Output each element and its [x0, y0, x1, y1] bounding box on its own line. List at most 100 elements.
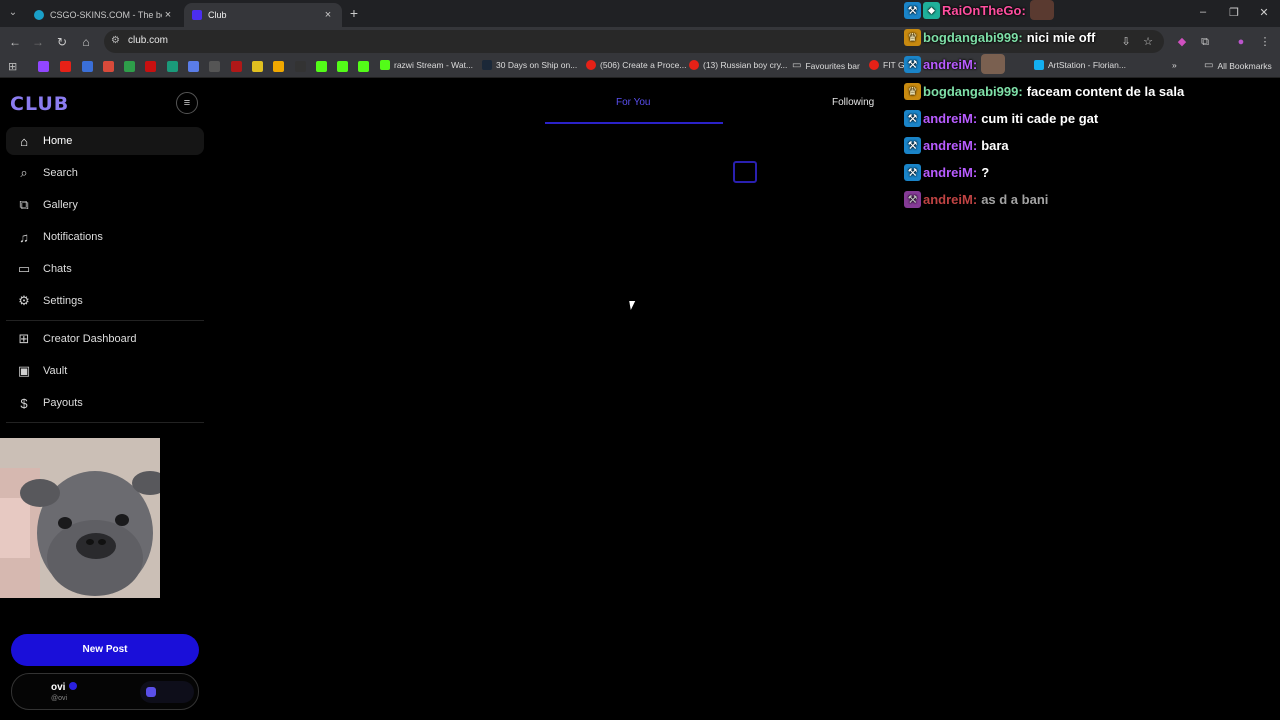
user-menu-icon — [146, 687, 156, 697]
nav-label: Payouts — [43, 397, 83, 409]
extensions-puzzle-icon[interactable]: ⧉ — [1198, 35, 1212, 49]
nav-label: Creator Dashboard — [43, 333, 137, 345]
close-tab-icon[interactable]: × — [322, 9, 334, 21]
bookmark-label: 30 Days on Ship on... — [496, 60, 578, 70]
nav-notifications[interactable]: ♫ Notifications — [6, 223, 204, 251]
twitch-bookmark-icon[interactable] — [38, 61, 49, 72]
nav-label: Search — [43, 167, 78, 179]
bookmark-icon[interactable] — [188, 61, 199, 72]
folder-icon: ▭ — [792, 60, 802, 71]
back-arrow-icon[interactable]: ← — [7, 34, 23, 50]
kick-bookmark-icon[interactable] — [358, 61, 369, 72]
chat-colon: : — [972, 56, 978, 72]
csgo-favicon-icon — [34, 10, 44, 20]
nav-label: Vault — [43, 365, 68, 377]
chat-text: faceam content de la sala — [1026, 83, 1185, 99]
profile-avatar-icon[interactable]: ● — [1234, 35, 1248, 49]
close-tab-icon[interactable]: × — [162, 9, 174, 21]
close-window-icon[interactable]: ✕ — [1257, 6, 1271, 19]
browser-menu-icon[interactable]: ⋮ — [1258, 35, 1272, 49]
tab-list-chevron-icon[interactable]: ⌄ — [6, 6, 20, 20]
chat-message: ⚒ andreiM : — [904, 54, 1006, 74]
nav-settings[interactable]: ⚙ Settings — [6, 287, 204, 315]
active-tab-underline — [545, 122, 723, 124]
minimize-icon[interactable]: – — [1196, 6, 1210, 18]
bookmark-favourites-folder[interactable]: ▭ Favourites bar — [792, 60, 860, 71]
crown-badge-icon: ♛ — [904, 28, 921, 46]
bookmark-label: razwi Stream - Wat... — [394, 60, 474, 70]
tab-following[interactable]: Following — [832, 97, 874, 108]
chat-text: as d a bani — [981, 191, 1049, 207]
vault-icon: ▣ — [17, 363, 31, 378]
gmail-bookmark-icon[interactable] — [103, 61, 114, 72]
nav-creator-dashboard[interactable]: ⊞ Creator Dashboard — [6, 325, 204, 353]
forward-arrow-icon[interactable]: → — [30, 34, 46, 50]
reload-icon[interactable]: ↻ — [54, 34, 70, 50]
nav-home[interactable]: ⌂ Home — [6, 127, 204, 155]
bookmark-label: (13) Russian boy cry... — [703, 60, 788, 70]
nav-vault[interactable]: ▣ Vault — [6, 357, 204, 385]
home-browser-icon[interactable]: ⌂ — [78, 34, 94, 50]
bookmark-icon[interactable] — [167, 61, 178, 72]
bookmark-30-days[interactable]: 30 Days on Ship on... — [482, 60, 577, 70]
user-menu-button[interactable] — [140, 681, 194, 703]
club-favicon-icon — [192, 10, 202, 20]
nav-gallery[interactable]: ⧉ Gallery — [6, 191, 204, 219]
bookmark-icon[interactable] — [252, 61, 263, 72]
chat-username: RaiOnTheGo — [942, 2, 1022, 18]
nav-search[interactable]: ⌕ Search — [6, 159, 204, 187]
maps-bookmark-icon[interactable] — [124, 61, 135, 72]
new-tab-button[interactable]: + — [346, 5, 362, 21]
youtube-icon — [869, 60, 879, 70]
browser-tab-csgo[interactable]: CSGO-SKINS.COM - The best C × — [26, 3, 182, 27]
bookmark-artstation[interactable]: ArtStation - Florian... — [1034, 60, 1126, 70]
user-profile-card[interactable]: ovi @ovi — [11, 673, 199, 710]
bookmark-russian-boy[interactable]: (13) Russian boy cry... — [689, 60, 787, 70]
kick-bookmark-icon[interactable] — [337, 61, 348, 72]
more-bookmarks-icon[interactable]: » — [1172, 60, 1177, 70]
bookmark-icon[interactable] — [231, 61, 242, 72]
moderator-hammer-icon: ⚒ — [904, 55, 921, 73]
kick-bookmark-icon[interactable] — [316, 61, 327, 72]
nav-payouts[interactable]: $ Payouts — [6, 389, 204, 417]
dollar-icon: $ — [20, 395, 28, 411]
bookmark-create-process[interactable]: (506) Create a Proce... — [586, 60, 686, 70]
user-name: ovi — [51, 682, 66, 693]
apps-grid-icon[interactable]: ⊞ — [8, 60, 17, 73]
chat-username: andreiM — [923, 56, 973, 72]
nav-divider — [6, 320, 204, 321]
new-post-button[interactable]: New Post — [11, 634, 199, 666]
chat-text: bara — [981, 137, 1009, 153]
bookmark-icon[interactable] — [82, 61, 93, 72]
moderator-hammer-icon: ⚒ — [904, 1, 921, 19]
kick-icon — [380, 60, 390, 70]
extension-shield-icon[interactable]: ◆ — [1175, 35, 1189, 49]
bookmark-icon[interactable] — [145, 61, 156, 72]
all-bookmarks-folder[interactable]: ▭ All Bookmarks — [1204, 60, 1272, 71]
chat-colon: : — [1018, 29, 1023, 45]
club-logo[interactable]: CLUB — [10, 93, 69, 115]
vip-badge-icon: ◆ — [923, 1, 940, 19]
bell-icon: ♫ — [19, 229, 29, 245]
youtube-icon — [689, 60, 699, 70]
browser-tab-club[interactable]: Club × — [184, 3, 342, 27]
moderator-hammer-icon: ⚒ — [904, 190, 921, 208]
youtube-bookmark-icon[interactable] — [60, 61, 71, 72]
chat-colon: : — [1018, 83, 1023, 99]
bookmark-razwi[interactable]: razwi Stream - Wat... — [380, 60, 473, 70]
menu-toggle-icon[interactable]: ≡ — [176, 92, 198, 114]
restore-icon[interactable]: ❐ — [1227, 6, 1241, 19]
bookmark-star-icon[interactable]: ☆ — [1141, 35, 1155, 49]
bookmark-icon[interactable] — [295, 61, 306, 72]
nav-chats[interactable]: ▭ Chats — [6, 255, 204, 283]
home-icon: ⌂ — [20, 133, 28, 149]
install-app-icon[interactable]: ⇩ — [1119, 35, 1133, 49]
chat-colon: : — [972, 137, 978, 153]
bookmark-icon[interactable] — [273, 61, 284, 72]
bookmark-fit[interactable]: FIT GI — [869, 60, 907, 70]
chat-message: ⚒ ◆ RaiOnTheGo : — [904, 0, 1054, 20]
site-info-icon[interactable]: ⚙ — [111, 35, 120, 46]
tab-for-you[interactable]: For You — [616, 97, 650, 108]
moderator-hammer-icon: ⚒ — [904, 136, 921, 154]
bookmark-icon[interactable] — [209, 61, 220, 72]
